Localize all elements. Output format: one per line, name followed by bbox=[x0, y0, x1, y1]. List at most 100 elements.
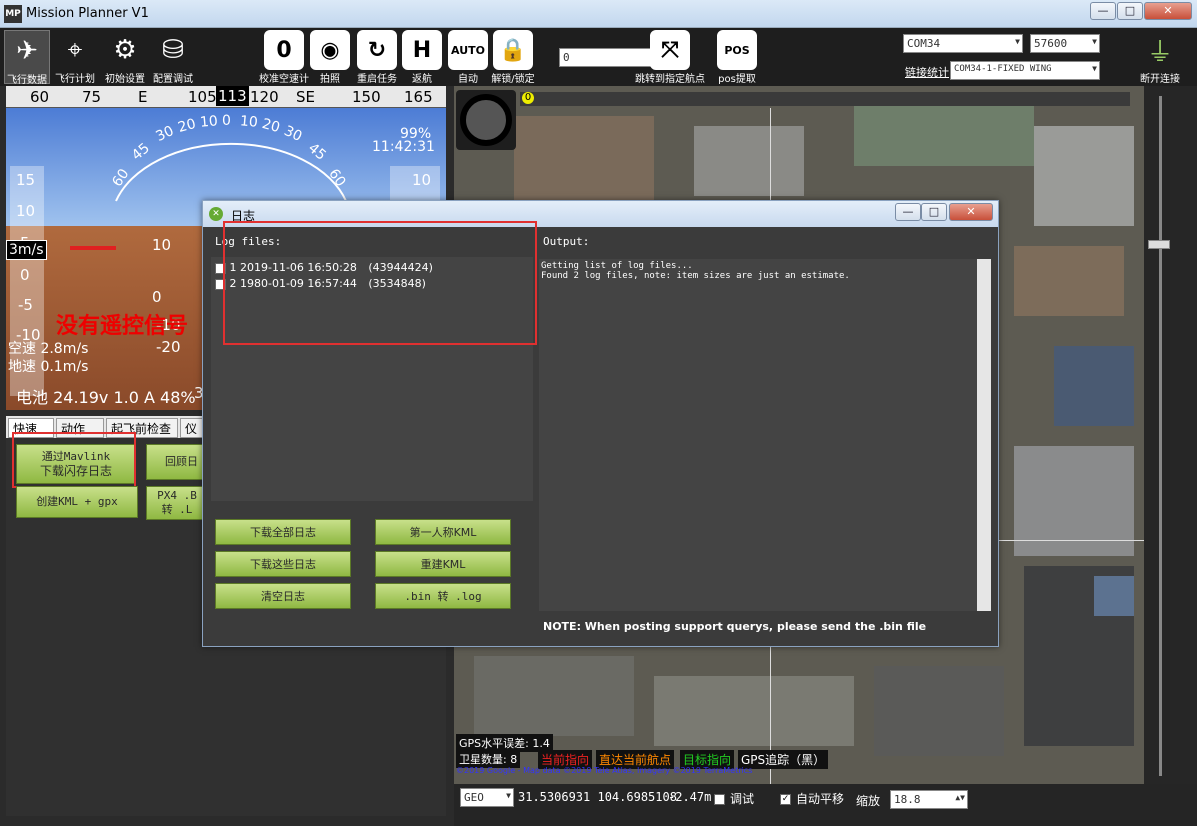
dialog-minimize-button[interactable]: — bbox=[895, 203, 921, 221]
heading-tick: E bbox=[138, 88, 148, 106]
arm-disarm-label: 解锁/锁定 bbox=[491, 74, 535, 85]
pitch-tick: 0 bbox=[152, 288, 162, 306]
spinner-icon[interactable]: ▲▼ bbox=[955, 793, 965, 802]
profile-select[interactable]: COM34-1-FIXED WING ▼ bbox=[950, 61, 1100, 80]
highlight-box bbox=[223, 221, 537, 345]
map-status-bar: GEO ▼ 31.5306931 104.6985108 -2.47m 调试 ✓ … bbox=[454, 784, 1197, 826]
waypoint-jump-icon: ⤧ bbox=[650, 30, 690, 70]
pos-extract-button[interactable]: POS pos提取 bbox=[714, 30, 760, 85]
create-kml-button[interactable]: 创建KML + gpx bbox=[16, 486, 138, 518]
map-tile bbox=[874, 666, 1004, 756]
heading-tape: 60 75 E 105 113 120 SE 150 165 bbox=[6, 86, 446, 108]
output-line: Found 2 log files, note: item sizes are … bbox=[541, 271, 850, 281]
profile-value: COM34-1-FIXED WING bbox=[954, 64, 1052, 74]
pitch-tick: 10 bbox=[152, 236, 172, 254]
zoom-slider[interactable] bbox=[1144, 86, 1197, 784]
waypoint-number-value: 0 bbox=[563, 51, 570, 64]
map-tile bbox=[854, 106, 1034, 166]
calibrate-airspeed-button[interactable]: 0 校准空速计 bbox=[258, 30, 310, 85]
coordinates: 31.5306931 104.6985108 bbox=[518, 790, 677, 804]
return-home-label: 返航 bbox=[412, 74, 432, 85]
altitude: -2.47m bbox=[668, 790, 712, 804]
nav-initial-setup[interactable]: ⚙ 初始设置 bbox=[102, 30, 148, 85]
jump-to-waypoint-label: 跳转到指定航点 bbox=[635, 74, 705, 85]
zoom-slider-track bbox=[1159, 96, 1162, 776]
nav-config-tuning[interactable]: ⛁ 配置调试 bbox=[150, 30, 196, 85]
wp-progress-bar: 0 bbox=[520, 92, 1130, 106]
zero-icon: 0 bbox=[264, 30, 304, 70]
review-log-button[interactable]: 回顾日 bbox=[146, 444, 208, 480]
map-tile bbox=[474, 656, 634, 736]
plane-icon: ✈ bbox=[16, 36, 38, 66]
coord-type-select[interactable]: GEO ▼ bbox=[460, 788, 514, 807]
output-scrollbar[interactable] bbox=[977, 259, 991, 611]
speed-tick: -5 bbox=[18, 296, 33, 314]
nav-flight-data[interactable]: ✈ 飞行数据 bbox=[4, 30, 50, 86]
close-button[interactable]: ✕ bbox=[1144, 2, 1192, 20]
chevron-down-icon: ▼ bbox=[506, 791, 511, 800]
dialog-maximize-button[interactable]: □ bbox=[921, 203, 947, 221]
jump-to-waypoint-button[interactable]: ⤧ 跳转到指定航点 bbox=[634, 30, 706, 85]
px4-convert-button[interactable]: PX4 .B 转 .L bbox=[146, 486, 208, 520]
no-rc-warning: 没有遥控信号 bbox=[56, 314, 189, 339]
rebuild-kml-button[interactable]: 重建KML bbox=[375, 551, 511, 577]
dialog-close-button[interactable]: ✕ bbox=[949, 203, 993, 221]
calibrate-airspeed-label: 校准空速计 bbox=[259, 74, 309, 85]
link-stats-link[interactable]: 链接统计 bbox=[905, 64, 949, 80]
map-tile bbox=[654, 676, 854, 746]
zoom-slider-thumb[interactable] bbox=[1148, 240, 1170, 249]
output-textbox[interactable]: Getting list of log files... Found 2 log… bbox=[539, 259, 991, 611]
disconnect-label: 断开连接 bbox=[1140, 74, 1180, 85]
map-tile bbox=[1054, 346, 1134, 426]
speed-tick: 10 bbox=[16, 202, 36, 220]
speed-tick: 0 bbox=[20, 266, 30, 284]
nav-config-tuning-label: 配置调试 bbox=[153, 74, 193, 85]
maximize-button[interactable]: □ bbox=[1117, 2, 1143, 20]
minimize-button[interactable]: — bbox=[1090, 2, 1116, 20]
groundspeed-text: 地速 0.1m/s bbox=[8, 359, 89, 375]
wp-marker: 0 bbox=[522, 92, 534, 104]
nav-initial-setup-label: 初始设置 bbox=[105, 74, 145, 85]
first-person-kml-button[interactable]: 第一人称KML bbox=[375, 519, 511, 545]
download-all-logs-button[interactable]: 下载全部日志 bbox=[215, 519, 351, 545]
map-tile bbox=[1034, 126, 1134, 226]
nav-flight-data-label: 飞行数据 bbox=[7, 75, 47, 86]
map-tile bbox=[514, 116, 654, 206]
port-select[interactable]: COM34 ▼ bbox=[903, 34, 1023, 53]
nav-flight-plan[interactable]: ⌖ 飞行计划 bbox=[52, 30, 98, 86]
auto-icon: AUTO bbox=[448, 30, 488, 70]
plug-icon: ⏚ bbox=[1146, 37, 1173, 68]
map-pin-icon: ⌖ bbox=[67, 34, 83, 65]
baud-select[interactable]: 57600 ▼ bbox=[1030, 34, 1100, 53]
clear-logs-button[interactable]: 清空日志 bbox=[215, 583, 351, 609]
auto-mode-button[interactable]: AUTO 自动 bbox=[446, 30, 490, 85]
coord-type-value: GEO bbox=[464, 791, 484, 804]
arm-disarm-button[interactable]: 🔒 解锁/锁定 bbox=[488, 30, 538, 85]
output-line: Getting list of log files... bbox=[541, 261, 693, 271]
debug-checkbox[interactable] bbox=[714, 794, 725, 805]
log-dialog: ✕ 日志 — □ ✕ Log files: 1 2019-11-06 16:50… bbox=[202, 200, 999, 647]
heading-tick: 120 bbox=[250, 88, 279, 106]
map-tile bbox=[694, 126, 804, 196]
take-photo-label: 拍照 bbox=[320, 74, 340, 85]
return-home-button[interactable]: H 返航 bbox=[400, 30, 444, 85]
heading-tick: 60 bbox=[30, 88, 50, 106]
log-icon: ✕ bbox=[209, 207, 223, 221]
app-logo: MP bbox=[4, 5, 22, 23]
pitch-tick: -20 bbox=[156, 338, 181, 356]
speed-tick: 15 bbox=[16, 171, 36, 189]
take-photo-button[interactable]: ◉ 拍照 bbox=[308, 30, 352, 85]
disconnect-button[interactable]: ⏚ 断开连接 bbox=[1136, 30, 1184, 86]
download-selected-logs-button[interactable]: 下载这些日志 bbox=[215, 551, 351, 577]
roll-tick: 10 bbox=[239, 113, 259, 131]
bin-to-log-button[interactable]: .bin 转 .log bbox=[375, 583, 511, 609]
airspeed-box: 3m/s bbox=[6, 240, 47, 260]
zoom-input[interactable]: 18.8 ▲▼ bbox=[890, 790, 968, 809]
chevron-down-icon: ▼ bbox=[1092, 37, 1097, 46]
autopan-checkbox[interactable]: ✓ bbox=[780, 794, 791, 805]
map-compass-rose bbox=[456, 90, 516, 150]
restart-mission-button[interactable]: ↻ 重启任务 bbox=[354, 30, 400, 85]
horizon-marker-left bbox=[70, 246, 116, 250]
baud-value: 57600 bbox=[1034, 37, 1068, 50]
map-tile bbox=[1014, 246, 1124, 316]
